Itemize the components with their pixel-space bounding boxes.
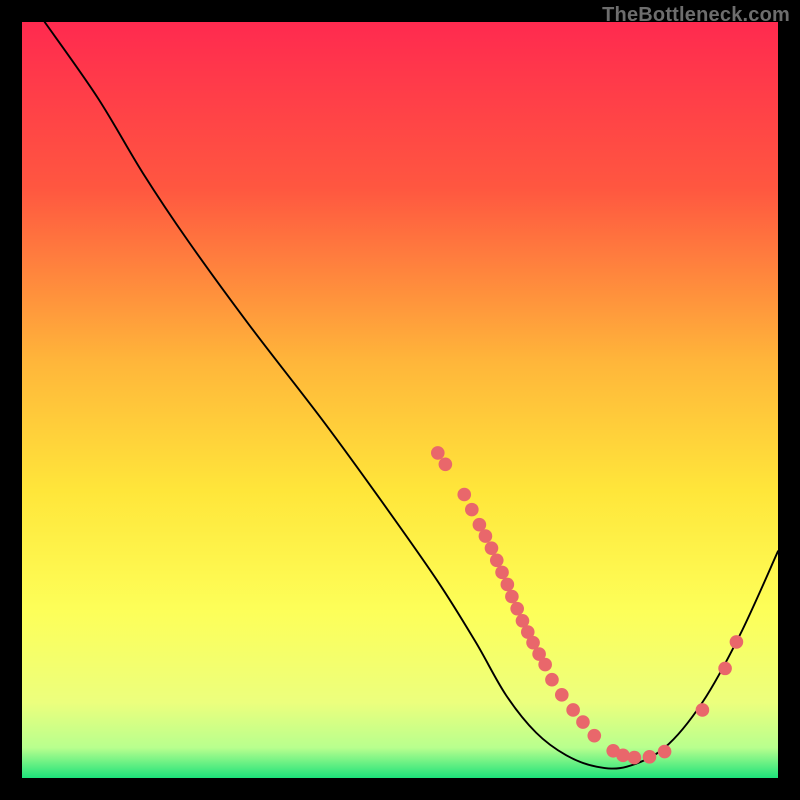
data-marker (616, 749, 630, 763)
data-marker (505, 590, 519, 604)
data-marker (479, 529, 493, 543)
data-marker (643, 750, 657, 764)
data-marker (658, 745, 672, 759)
data-marker (431, 446, 445, 460)
data-marker (439, 457, 453, 471)
data-marker (538, 658, 552, 672)
gradient-background (22, 22, 778, 778)
data-marker (696, 703, 710, 717)
data-marker (576, 715, 590, 729)
data-marker (457, 488, 471, 502)
plot-area (22, 22, 778, 778)
data-marker (495, 566, 509, 580)
data-marker (730, 635, 744, 649)
data-marker (490, 553, 504, 567)
data-marker (628, 751, 642, 765)
data-marker (566, 703, 580, 717)
data-marker (510, 602, 524, 616)
data-marker (718, 662, 732, 676)
bottleneck-chart (22, 22, 778, 778)
data-marker (485, 541, 499, 555)
data-marker (587, 729, 601, 743)
data-marker (555, 688, 569, 702)
data-marker (501, 578, 515, 592)
data-marker (545, 673, 559, 687)
chart-frame: TheBottleneck.com (0, 0, 800, 800)
data-marker (465, 503, 479, 517)
